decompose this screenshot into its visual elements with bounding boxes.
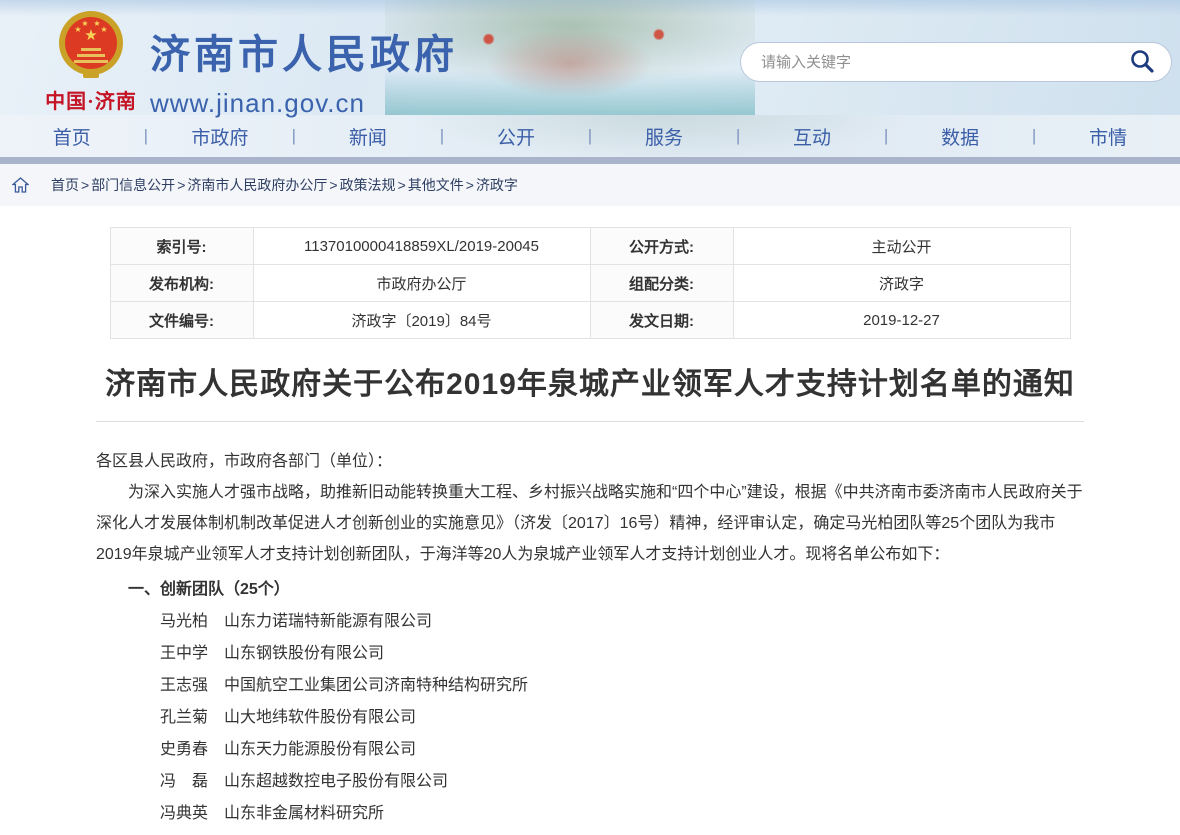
list-item: 宁 斌济南市中心医院 xyxy=(96,830,1084,835)
table-row: 索引号: 1137010000418859XL/2019-20045 公开方式:… xyxy=(110,228,1070,265)
list-item: 马光柏山东力诺瑞特新能源有限公司 xyxy=(96,606,1084,638)
breadcrumb-separator: > xyxy=(177,177,185,193)
site-ident: 济南市人民政府 www.jinan.gov.cn xyxy=(150,22,458,119)
breadcrumb-item-dept-disclosure[interactable]: 部门信息公开 xyxy=(91,175,175,195)
breadcrumb-item-jizhengzi[interactable]: 济政字 xyxy=(476,175,518,195)
list-item: 史勇春山东天力能源股份有限公司 xyxy=(96,734,1084,766)
team-leader-name: 史勇春 xyxy=(128,734,208,766)
national-emblem-icon: ★ ★ ★ ★ ★ xyxy=(50,69,132,86)
search-input[interactable] xyxy=(761,54,1129,71)
team-leader-name: 冯 磊 xyxy=(128,766,208,798)
document-number-label: 文件编号: xyxy=(110,302,253,339)
doc-info-table: 索引号: 1137010000418859XL/2019-20045 公开方式:… xyxy=(110,227,1071,339)
page-title: 济南市人民政府关于公布2019年泉城产业领军人才支持计划名单的通知 xyxy=(96,359,1084,422)
nav-item-services[interactable]: 服务 xyxy=(592,123,736,150)
breadcrumb-item-home[interactable]: 首页 xyxy=(51,175,79,195)
table-row: 文件编号: 济政字〔2019〕84号 发文日期: 2019-12-27 xyxy=(110,302,1070,339)
site-header: ★ ★ ★ ★ ★ 中国·济南 济南市人民政府 www.jinan.gov.cn xyxy=(0,0,1180,115)
article-body: 各区县人民政府，市政府各部门（单位）： 为深入实施人才强市战略，助推新旧动能转换… xyxy=(96,446,1084,835)
nav-item-city-government[interactable]: 市政府 xyxy=(148,123,292,150)
home-icon[interactable] xyxy=(12,177,29,193)
issue-date-label: 发文日期: xyxy=(590,302,733,339)
svg-text:★: ★ xyxy=(84,27,97,44)
nav-item-home[interactable]: 首页 xyxy=(0,123,144,150)
category-label: 组配分类: xyxy=(590,265,733,302)
breadcrumb-separator: > xyxy=(466,177,474,193)
svg-text:★: ★ xyxy=(100,25,107,34)
team-org: 中国航空工业集团公司济南特种结构研究所 xyxy=(224,677,528,694)
breadcrumb: 首页 > 部门信息公开 > 济南市人民政府办公厅 > 政策法规 > 其他文件 >… xyxy=(0,164,1180,206)
search-button[interactable] xyxy=(1129,48,1155,77)
team-leader-name: 宁 斌 xyxy=(128,830,208,835)
document-number-value: 济政字〔2019〕84号 xyxy=(253,302,590,339)
issuing-agency-label: 发布机构: xyxy=(110,265,253,302)
team-org: 山大地纬软件股份有限公司 xyxy=(224,709,416,726)
nav-item-city-profile[interactable]: 市情 xyxy=(1036,123,1180,150)
team-leader-name: 马光柏 xyxy=(128,606,208,638)
list-item: 冯 磊山东超越数控电子股份有限公司 xyxy=(96,766,1084,798)
site-url: www.jinan.gov.cn xyxy=(150,88,458,119)
nav-item-disclosure[interactable]: 公开 xyxy=(444,123,588,150)
index-number-label: 索引号: xyxy=(110,228,253,265)
index-number-value: 1137010000418859XL/2019-20045 xyxy=(253,228,590,265)
site-logo[interactable]: ★ ★ ★ ★ ★ 中国·济南 xyxy=(26,8,156,114)
nav-item-interaction[interactable]: 互动 xyxy=(740,123,884,150)
issuing-agency-value: 市政府办公厅 xyxy=(253,265,590,302)
nav-divider-bar xyxy=(0,157,1180,164)
breadcrumb-separator: > xyxy=(329,177,337,193)
document-content: 索引号: 1137010000418859XL/2019-20045 公开方式:… xyxy=(96,227,1084,835)
team-leader-name: 孔兰菊 xyxy=(128,702,208,734)
disclosure-method-value: 主动公开 xyxy=(733,228,1070,265)
list-item: 孔兰菊山大地纬软件股份有限公司 xyxy=(96,702,1084,734)
nav-item-news[interactable]: 新闻 xyxy=(296,123,440,150)
paragraph: 为深入实施人才强市战略，助推新旧动能转换重大工程、乡村振兴战略实施和“四个中心”… xyxy=(96,477,1084,570)
search-box xyxy=(740,42,1172,82)
svg-text:★: ★ xyxy=(81,19,88,28)
category-value: 济政字 xyxy=(733,265,1070,302)
page: ★ ★ ★ ★ ★ 中国·济南 济南市人民政府 www.jinan.gov.cn xyxy=(0,0,1180,835)
breadcrumb-item-office[interactable]: 济南市人民政府办公厅 xyxy=(187,175,327,195)
logo-caption: 中国·济南 xyxy=(26,85,156,114)
list-item: 王志强中国航空工业集团公司济南特种结构研究所 xyxy=(96,670,1084,702)
search-icon xyxy=(1129,48,1155,77)
team-org: 山东力诺瑞特新能源有限公司 xyxy=(224,613,432,630)
list-item: 冯典英山东非金属材料研究所 xyxy=(96,798,1084,830)
salutation: 各区县人民政府，市政府各部门（单位）： xyxy=(96,446,1084,477)
team-org: 山东钢铁股份有限公司 xyxy=(224,645,384,662)
team-org: 山东天力能源股份有限公司 xyxy=(224,741,416,758)
breadcrumb-separator: > xyxy=(81,177,89,193)
section-heading-innovation-teams: 一、创新团队（25个） xyxy=(96,574,1084,606)
team-org: 山东超越数控电子股份有限公司 xyxy=(224,773,448,790)
team-org: 山东非金属材料研究所 xyxy=(224,805,384,822)
team-leader-name: 王志强 xyxy=(128,670,208,702)
breadcrumb-item-other-docs[interactable]: 其他文件 xyxy=(408,175,464,195)
table-row: 发布机构: 市政府办公厅 组配分类: 济政字 xyxy=(110,265,1070,302)
team-leader-name: 王中学 xyxy=(128,638,208,670)
main-nav: 首页 | 市政府 | 新闻 | 公开 | 服务 | 互动 | 数据 | 市情 xyxy=(0,115,1180,157)
team-leader-name: 冯典英 xyxy=(128,798,208,830)
issue-date-value: 2019-12-27 xyxy=(733,302,1070,339)
breadcrumb-separator: > xyxy=(398,177,406,193)
disclosure-method-label: 公开方式: xyxy=(590,228,733,265)
list-item: 王中学山东钢铁股份有限公司 xyxy=(96,638,1084,670)
breadcrumb-item-policies[interactable]: 政策法规 xyxy=(340,175,396,195)
nav-item-data[interactable]: 数据 xyxy=(888,123,1032,150)
innovation-team-list: 马光柏山东力诺瑞特新能源有限公司 王中学山东钢铁股份有限公司 王志强中国航空工业… xyxy=(96,606,1084,835)
site-title: 济南市人民政府 xyxy=(150,22,458,80)
